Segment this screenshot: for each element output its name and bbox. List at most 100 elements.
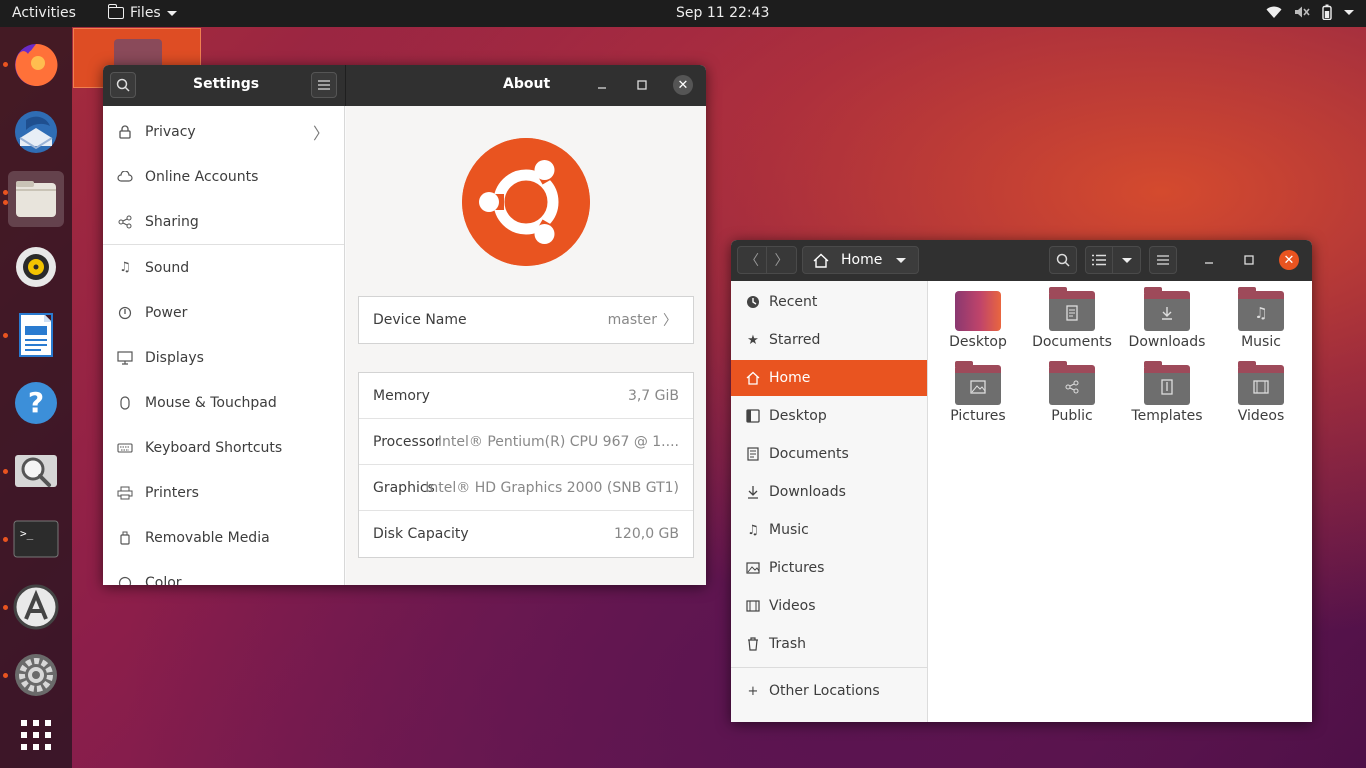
places-item-starred[interactable]: ★ Starred: [731, 322, 927, 358]
show-applications-button[interactable]: [8, 707, 64, 763]
dock-screenshot[interactable]: [8, 443, 64, 499]
folder-item-label: Documents: [1032, 334, 1112, 350]
files-menu-button[interactable]: [1149, 246, 1177, 274]
maximize-button[interactable]: [1237, 248, 1261, 272]
svg-text:>_: >_: [20, 527, 34, 540]
running-indicator: [3, 605, 8, 610]
places-item-pictures[interactable]: Pictures: [731, 550, 927, 586]
dock-terminal[interactable]: >_: [8, 511, 64, 567]
maximize-button[interactable]: [630, 73, 654, 97]
trash-icon: [745, 636, 761, 652]
folder-item-label: Public: [1051, 408, 1093, 424]
places-item-documents[interactable]: Documents: [731, 436, 927, 472]
places-item-videos[interactable]: Videos: [731, 588, 927, 624]
ubuntu-logo: [462, 138, 590, 266]
picture-icon: [745, 560, 761, 576]
settings-headerbar: Settings About ✕: [103, 65, 706, 106]
home-icon: [745, 370, 761, 386]
places-item-label: Recent: [769, 294, 818, 310]
running-indicator: [3, 200, 8, 205]
back-button[interactable]: 〈: [738, 247, 768, 273]
desktop-icon: [745, 408, 761, 424]
printer-icon: [117, 485, 133, 501]
sidebar-item-sharing[interactable]: Sharing: [103, 199, 344, 244]
files-headerbar: 〈 〉 Home ✕: [731, 240, 1312, 281]
sidebar-item-privacy[interactable]: Privacy 〉: [103, 109, 344, 154]
dock-software[interactable]: [8, 579, 64, 635]
folder-item-documents[interactable]: Documents: [1025, 281, 1119, 353]
graphics-row: Graphics Intel® HD Graphics 2000 (SNB GT…: [359, 465, 693, 511]
clock[interactable]: Sep 11 22:43: [676, 5, 769, 21]
folder-item-desktop[interactable]: Desktop: [931, 281, 1025, 353]
template-icon: [1144, 373, 1190, 401]
activities-button[interactable]: Activities: [12, 5, 76, 21]
forward-button[interactable]: 〉: [767, 247, 796, 273]
sidebar-item-keyboard-shortcuts[interactable]: Keyboard Shortcuts: [103, 425, 344, 470]
running-indicator: [3, 333, 8, 338]
cloud-icon: [117, 169, 133, 185]
sidebar-item-printers[interactable]: Printers: [103, 470, 344, 515]
thunderbird-icon: [15, 111, 57, 153]
svg-text:?: ?: [28, 386, 44, 419]
dock-settings[interactable]: [8, 647, 64, 703]
system-tray[interactable]: [1266, 4, 1354, 20]
path-bar-home[interactable]: Home: [802, 246, 919, 274]
top-bar: Activities Files Sep 11 22:43: [0, 0, 1366, 27]
rhythmbox-icon: [16, 247, 56, 287]
places-item-label: Home: [769, 370, 811, 386]
running-indicator: [3, 62, 8, 67]
dock-libreoffice-writer[interactable]: [8, 307, 64, 363]
sidebar-item-removable-media[interactable]: Removable Media: [103, 515, 344, 560]
dock-rhythmbox[interactable]: [8, 239, 64, 295]
minimize-button[interactable]: [590, 73, 614, 97]
device-name-label: Device Name: [373, 312, 467, 328]
sidebar-item-displays[interactable]: Displays: [103, 335, 344, 380]
dock-thunderbird[interactable]: [8, 104, 64, 160]
places-item-label: Trash: [769, 636, 806, 652]
places-item-recent[interactable]: Recent: [731, 284, 927, 320]
sidebar-item-sound[interactable]: ♫ Sound: [103, 245, 344, 290]
sidebar-item-color[interactable]: Color: [103, 560, 344, 585]
close-button[interactable]: ✕: [671, 73, 695, 97]
volume-icon: [1295, 6, 1310, 18]
document-icon: [1049, 299, 1095, 327]
folder-item-public[interactable]: Public: [1025, 355, 1119, 427]
folder-item-templates[interactable]: Templates: [1120, 355, 1214, 427]
sidebar-item-label: Power: [145, 304, 188, 321]
dock-files[interactable]: [8, 171, 64, 227]
sidebar-item-power[interactable]: Power: [103, 290, 344, 335]
folder-item-label: Templates: [1131, 408, 1203, 424]
places-item-trash[interactable]: Trash: [731, 626, 927, 662]
places-item-home[interactable]: Home: [731, 360, 927, 396]
dock-firefox[interactable]: [8, 37, 64, 93]
app-menu[interactable]: Files: [107, 4, 177, 21]
device-name-row[interactable]: Device Name master 〉: [359, 297, 693, 343]
screenshot-icon: [15, 455, 57, 487]
settings-search-button[interactable]: [110, 72, 136, 98]
folder-item-music[interactable]: ♫ Music: [1214, 281, 1308, 353]
list-view-button[interactable]: [1086, 247, 1114, 273]
places-item-desktop[interactable]: Desktop: [731, 398, 927, 434]
places-item-downloads[interactable]: Downloads: [731, 474, 927, 510]
places-sidebar: Recent ★ Starred Home Desktop Documents: [731, 281, 928, 722]
folder-item-label: Downloads: [1128, 334, 1206, 350]
view-options-button[interactable]: [1113, 247, 1140, 273]
places-item-music[interactable]: ♫ Music: [731, 512, 927, 548]
settings-menu-button[interactable]: [311, 72, 337, 98]
minimize-icon: [598, 87, 606, 89]
sidebar-item-mouse-touchpad[interactable]: Mouse & Touchpad: [103, 380, 344, 425]
minimize-button[interactable]: [1197, 248, 1221, 272]
dock-help[interactable]: ?: [8, 375, 64, 431]
app-menu-label: Files: [130, 5, 161, 21]
folder-item-downloads[interactable]: Downloads: [1120, 281, 1214, 353]
folder-item-videos[interactable]: Videos: [1214, 355, 1308, 427]
close-button[interactable]: ✕: [1277, 248, 1301, 272]
sidebar-item-online-accounts[interactable]: Online Accounts: [103, 154, 344, 199]
folder-item-label: Videos: [1237, 408, 1285, 424]
files-search-button[interactable]: [1049, 246, 1077, 274]
folder-item-pictures[interactable]: Pictures: [931, 355, 1025, 427]
usb-icon: [117, 530, 133, 546]
places-item-label: Downloads: [769, 484, 846, 500]
color-icon: [117, 575, 133, 585]
places-item-other-locations[interactable]: + Other Locations: [731, 673, 927, 709]
